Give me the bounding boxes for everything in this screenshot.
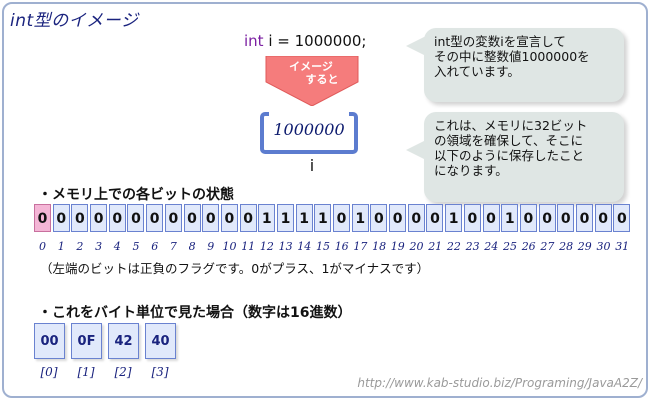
bit-index-label: 19 <box>390 240 405 253</box>
byte-index-label: [2] <box>114 365 132 379</box>
bit-cell: 0 <box>108 204 126 232</box>
arrow-label-line2: すると <box>305 73 339 86</box>
bit-index-label: 2 <box>76 240 84 253</box>
bubble-line: 入れています。 <box>434 64 520 79</box>
bit-index-label: 3 <box>95 240 103 253</box>
bit-cell: 0 <box>239 204 257 232</box>
bit-index-label: 6 <box>151 240 159 253</box>
byte-cell: 42 <box>108 323 139 359</box>
byte-index-label: [1] <box>77 365 95 379</box>
bit-cell: 1 <box>276 204 294 232</box>
code-line: int i = 1000000; <box>244 32 366 50</box>
bit-cell: 0 <box>594 204 612 232</box>
bubble-line: これは、メモリに32ビット <box>434 118 588 133</box>
byte-cell: 40 <box>145 323 176 359</box>
bit-cell: 0 <box>71 204 89 232</box>
bit-index-label: 8 <box>188 240 196 253</box>
bit-cell: 1 <box>501 204 519 232</box>
bit-cell: 1 <box>351 204 369 232</box>
bit-index-label: 18 <box>372 240 387 253</box>
bytes-heading: ・これをバイト単位で見た場合（数字は16進数） <box>38 305 352 321</box>
bit-index-label: 22 <box>446 240 461 253</box>
bubble-line: int型の変数iを宣言して <box>434 34 566 49</box>
bit-index-label: 29 <box>577 240 592 253</box>
byte-cell: 0F <box>71 323 102 359</box>
bit-cell: 0 <box>220 204 238 232</box>
bit-cell: 0 <box>407 204 425 232</box>
bit-index-label: 20 <box>409 240 424 253</box>
bit-index-label: 7 <box>169 240 177 253</box>
arrow-label: イメージ すると <box>266 60 356 86</box>
bit-cell: 1 <box>258 204 276 232</box>
bit-index-label: 10 <box>222 240 237 253</box>
sign-bit-note: （左端のビットは正負のフラグです。0がプラス、1がマイナスです） <box>40 261 430 276</box>
bit-index-label: 25 <box>503 240 517 253</box>
bit-cell: 0 <box>557 204 575 232</box>
bit-cell: 0 <box>127 204 145 232</box>
bit-cell: 1 <box>295 204 313 232</box>
bit-index-label: 5 <box>132 240 140 253</box>
bit-index-label: 12 <box>259 240 274 253</box>
bit-cell: 0 <box>164 204 182 232</box>
sign-bit-cell: 0 <box>34 204 51 232</box>
arrow-label-line1: イメージ <box>289 60 333 73</box>
bit-cell: 0 <box>146 204 164 232</box>
byte-row: 00 0F 42 40 <box>34 323 182 359</box>
bit-cell: 0 <box>370 204 388 232</box>
byte-index-label: [3] <box>151 365 169 379</box>
variable-value: 1000000 <box>273 120 345 139</box>
byte-cell: 00 <box>34 323 65 359</box>
bit-cell: 0 <box>183 204 201 232</box>
bit-cell: 0 <box>389 204 407 232</box>
code-keyword: int <box>244 32 264 50</box>
bit-index-label: 13 <box>278 240 293 253</box>
bit-index-label: 14 <box>297 240 312 253</box>
explanation-bubble-memory: これは、メモリに32ビット の領域を確保して、そこに 以下のように保存したこと … <box>406 112 624 202</box>
bit-index-label: 16 <box>334 240 349 253</box>
bit-index-label: 1 <box>57 240 65 253</box>
bit-index-label: 17 <box>353 240 368 253</box>
bit-index-label: 24 <box>484 240 499 253</box>
bit-cell: 0 <box>575 204 593 232</box>
bit-cell: 0 <box>463 204 481 232</box>
bit-index-label: 9 <box>207 240 215 253</box>
bit-index-label: 28 <box>559 240 574 253</box>
bubble-line: になります。 <box>434 163 508 178</box>
bubble-line: 以下のように保存したこと <box>434 148 585 163</box>
bit-index-label: 0 <box>39 240 46 253</box>
bubble-line: その中に整数値1000000を <box>434 49 590 64</box>
bit-index-label: 23 <box>465 240 480 253</box>
bit-index-label: 26 <box>521 240 536 253</box>
bit-cell: 1 <box>314 204 332 232</box>
bit-index-label: 21 <box>428 240 443 253</box>
bits-heading: ・メモリ上での各ビットの状態 <box>38 187 234 203</box>
byte-index-label: [0] <box>40 365 58 379</box>
bit-cell: 0 <box>482 204 500 232</box>
explanation-bubble-declaration: int型の変数iを宣言して その中に整数値1000000を 入れています。 <box>406 28 624 102</box>
bit-cell: 1 <box>445 204 463 232</box>
variable-name: i <box>309 156 315 175</box>
bit-index-label: 4 <box>113 240 121 253</box>
bit-index-label: 30 <box>596 240 611 253</box>
code-rest: i = 1000000; <box>263 32 367 50</box>
bit-cell: 0 <box>426 204 444 232</box>
bit-cell: 0 <box>90 204 108 232</box>
bit-cell: 0 <box>52 204 70 232</box>
bit-cell: 0 <box>333 204 350 232</box>
bit-index-label: 31 <box>615 240 630 253</box>
bit-cell: 0 <box>202 204 220 232</box>
bit-cell: 0 <box>613 204 631 232</box>
bit-index-label: 11 <box>241 240 256 253</box>
bit-index-label: 15 <box>316 240 330 253</box>
source-url: http://www.kab-studio.biz/Programing/Jav… <box>357 376 642 390</box>
bit-index-label: 27 <box>540 240 555 253</box>
bubble-line: の領域を確保して、そこに <box>434 133 584 148</box>
bit-cell: 0 <box>538 204 556 232</box>
diagram-title: int型のイメージ <box>10 11 139 31</box>
bit-cell: 0 <box>519 204 537 232</box>
bit-row: 00000000000011110100001001000000 <box>34 204 632 232</box>
